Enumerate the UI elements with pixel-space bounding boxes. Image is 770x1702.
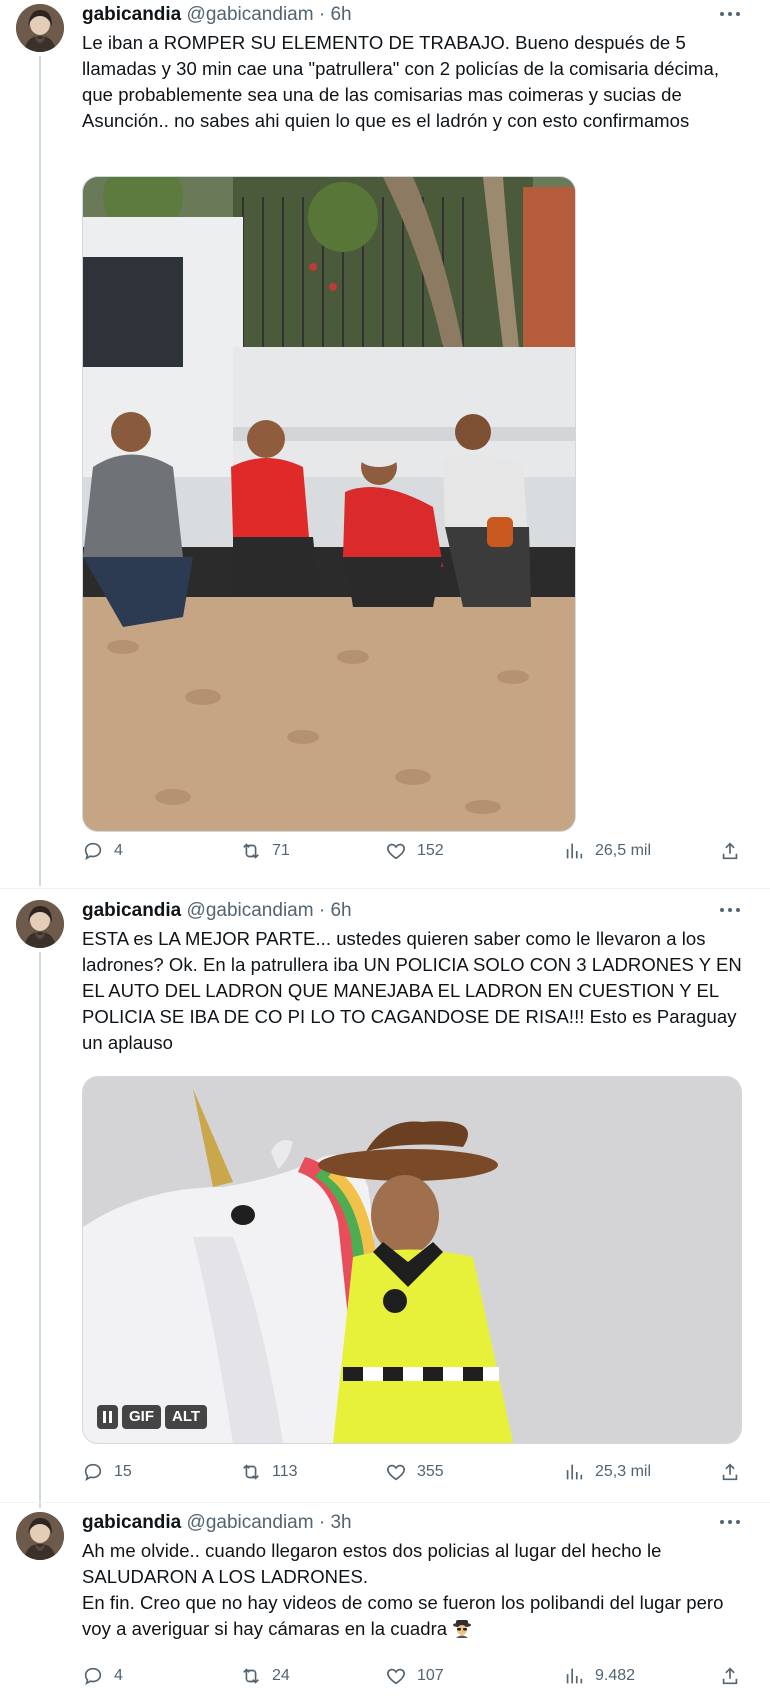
like-count: 355 <box>417 1463 444 1480</box>
tweet-thread: gabicandia @gabicandiam · 6h Le iban a R… <box>0 0 770 1702</box>
share-icon <box>722 842 738 860</box>
reply-count: 4 <box>114 1667 123 1684</box>
display-name[interactable]: gabicandia <box>82 4 181 25</box>
tweet-text-container: Ah me olvide.. cuando llegaron estos dos… <box>82 1538 744 1642</box>
tweet-actions: 4 24 107 9.482 <box>82 1661 754 1691</box>
timestamp[interactable]: 3h <box>330 1512 351 1533</box>
views-icon <box>566 1464 583 1480</box>
user-handle[interactable]: @gabicandiam <box>187 4 314 25</box>
tweet-text: Le iban a ROMPER SU ELEMENTO DE TRABAJO.… <box>82 32 725 131</box>
tweet-actions: 4 71 152 26,5 mil <box>82 836 754 866</box>
reply-button[interactable]: 4 <box>82 1661 123 1691</box>
tweet-header: gabicandia @gabicandiam · 6h <box>82 4 710 26</box>
gif-badge: GIF <box>122 1405 161 1429</box>
tweet[interactable]: gabicandia @gabicandiam · 3h Ah me olvid… <box>0 1508 770 1702</box>
retweet-button[interactable]: 113 <box>240 1457 298 1487</box>
retweet-count: 113 <box>272 1463 298 1480</box>
user-handle[interactable]: @gabicandiam <box>187 900 314 921</box>
user-handle[interactable]: @gabicandiam <box>187 1512 314 1533</box>
reply-count: 4 <box>114 842 123 859</box>
more-icon[interactable] <box>716 4 744 24</box>
share-icon <box>722 1667 738 1685</box>
timestamp[interactable]: 6h <box>330 900 351 921</box>
view-count: 26,5 mil <box>595 842 652 859</box>
views-icon <box>566 843 583 859</box>
retweet-icon <box>243 1668 259 1684</box>
display-name[interactable]: gabicandia <box>82 900 181 921</box>
like-count: 152 <box>417 842 444 859</box>
separator: · <box>318 4 326 25</box>
reply-button[interactable]: 4 <box>82 836 123 866</box>
like-button[interactable]: 107 <box>385 1661 444 1691</box>
tweet-divider <box>0 888 770 889</box>
retweet-count: 71 <box>272 842 290 859</box>
tweet-text: Ah me olvide.. cuando llegaron estos dos… <box>82 1540 724 1639</box>
view-count: 9.482 <box>595 1667 636 1684</box>
views-icon <box>566 1668 583 1684</box>
reply-button[interactable]: 15 <box>82 1457 132 1487</box>
tweet-text: ESTA es LA MEJOR PARTE... ustedes quiere… <box>82 928 748 1053</box>
tweet-actions: 15 113 355 25,3 mil <box>82 1457 754 1487</box>
views-button[interactable]: 25,3 mil <box>563 1457 651 1487</box>
like-count: 107 <box>417 1667 444 1684</box>
avatar[interactable] <box>16 1512 64 1560</box>
separator: · <box>318 1512 326 1533</box>
like-button[interactable]: 152 <box>385 836 444 866</box>
tweet-header: gabicandia @gabicandiam · 6h <box>82 900 710 922</box>
tweet-header: gabicandia @gabicandiam · 3h <box>82 1512 710 1534</box>
heart-icon <box>387 843 405 860</box>
tweet[interactable]: gabicandia @gabicandiam · 6h ESTA es LA … <box>0 896 770 1502</box>
retweet-button[interactable]: 24 <box>240 1661 290 1691</box>
reply-icon <box>84 842 102 861</box>
views-button[interactable]: 9.482 <box>563 1661 635 1691</box>
avatar[interactable] <box>16 4 64 52</box>
separator: · <box>318 900 326 921</box>
more-icon[interactable] <box>716 900 744 920</box>
display-name[interactable]: gabicandia <box>82 1512 181 1533</box>
reply-count: 15 <box>114 1463 132 1480</box>
heart-icon <box>387 1464 405 1481</box>
avatar[interactable] <box>16 900 64 948</box>
photo-image <box>83 177 575 831</box>
share-button[interactable] <box>719 1661 751 1691</box>
retweet-button[interactable]: 71 <box>240 836 290 866</box>
alt-badge[interactable]: ALT <box>165 1405 208 1429</box>
tweet-divider <box>0 1502 770 1503</box>
share-icon <box>722 1463 738 1481</box>
tweet-gif[interactable]: GIF ALT <box>82 1076 742 1444</box>
tweet-photo[interactable] <box>82 176 576 832</box>
retweet-icon <box>243 843 259 859</box>
spy-emoji-icon <box>453 1620 472 1638</box>
pause-icon[interactable] <box>97 1405 118 1429</box>
share-button[interactable] <box>719 1457 751 1487</box>
retweet-count: 24 <box>272 1667 290 1684</box>
timestamp[interactable]: 6h <box>330 4 351 25</box>
gif-image <box>83 1077 741 1443</box>
share-button[interactable] <box>719 836 751 866</box>
reply-icon <box>84 1463 102 1482</box>
more-icon[interactable] <box>716 1512 744 1532</box>
tweet[interactable]: gabicandia @gabicandiam · 6h Le iban a R… <box>0 0 770 888</box>
retweet-icon <box>243 1464 259 1480</box>
reply-icon <box>84 1667 102 1686</box>
view-count: 25,3 mil <box>595 1463 652 1480</box>
gif-controls: GIF ALT <box>97 1405 208 1429</box>
like-button[interactable]: 355 <box>385 1457 444 1487</box>
views-button[interactable]: 26,5 mil <box>563 836 651 866</box>
heart-icon <box>387 1668 405 1685</box>
